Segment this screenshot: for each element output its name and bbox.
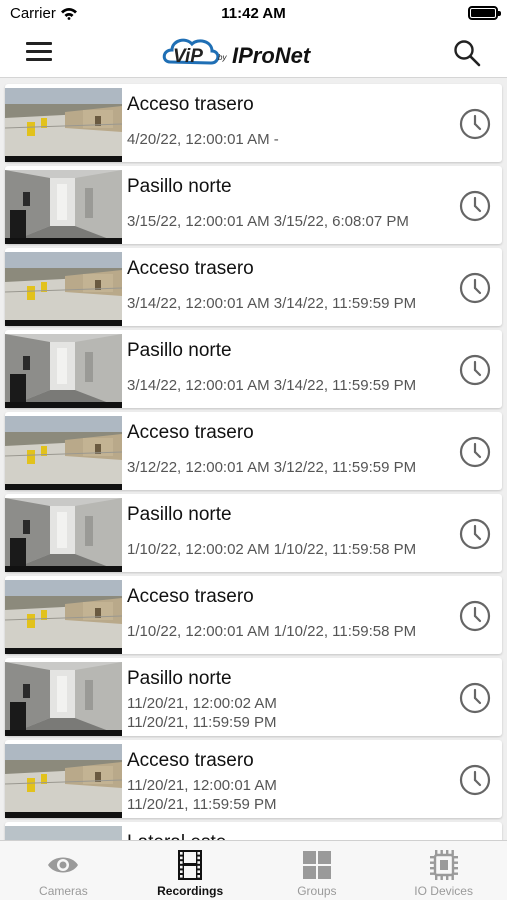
film-icon	[173, 849, 207, 881]
recording-title: Lateral este	[127, 832, 226, 840]
svg-text:IProNet: IProNet	[232, 43, 312, 68]
tab-cameras[interactable]: Cameras	[0, 841, 127, 900]
recording-timerange: 3/14/22, 12:00:01 AM 3/14/22, 11:59:59 P…	[127, 377, 417, 394]
recordings-list[interactable]: Acceso trasero 4/20/22, 12:00:01 AM - Pasi…	[0, 80, 507, 840]
recording-timerange: 3/14/22, 12:00:01 AM 3/14/22, 11:59:59 P…	[127, 295, 417, 312]
recording-end: 11/20/21, 11:59:59 PM	[127, 714, 277, 731]
recording-timerange: 1/10/22, 12:00:01 AM 1/10/22, 11:59:58 P…	[127, 623, 417, 640]
camera-thumbnail	[5, 88, 122, 162]
camera-thumbnail	[5, 498, 122, 572]
recording-title: Pasillo norte	[127, 668, 232, 689]
recording-title: Acceso trasero	[127, 94, 254, 115]
recording-row[interactable]: Acceso trasero 11/20/21, 12:00:01 AM 11/20…	[5, 740, 502, 818]
recording-start: 11/20/21, 12:00:01 AM	[127, 777, 277, 794]
search-icon[interactable]	[453, 39, 481, 67]
battery-icon	[468, 6, 501, 20]
grid-icon	[300, 849, 334, 881]
tab-io-devices[interactable]: IO Devices	[380, 841, 507, 900]
recording-row[interactable]: Acceso trasero 3/12/22, 12:00:01 AM 3/12/…	[5, 412, 502, 490]
menu-button[interactable]	[26, 42, 52, 64]
recording-row[interactable]: Acceso trasero 1/10/22, 12:00:01 AM 1/10/…	[5, 576, 502, 654]
camera-thumbnail	[5, 744, 122, 818]
camera-thumbnail	[5, 580, 122, 654]
nav-bar: ViP by IProNet	[0, 28, 507, 78]
recording-row[interactable]: Pasillo norte 3/15/22, 12:00:01 AM 3/15/2…	[5, 166, 502, 244]
clock-icon[interactable]	[459, 354, 491, 386]
camera-thumbnail	[5, 252, 122, 326]
tab-groups[interactable]: Groups	[254, 841, 381, 900]
tab-label: Cameras	[39, 884, 88, 898]
tab-label: IO Devices	[414, 884, 473, 898]
camera-thumbnail	[5, 826, 122, 840]
clock-icon[interactable]	[459, 600, 491, 632]
tab-label: Groups	[297, 884, 337, 898]
vip-ipronet-logo: ViP by IProNet	[162, 38, 312, 68]
recording-timerange: 3/15/22, 12:00:01 AM 3/15/22, 6:08:07 PM	[127, 213, 409, 230]
svg-text:ViP: ViP	[173, 46, 203, 67]
clock-icon[interactable]	[459, 682, 491, 714]
clock-icon[interactable]	[459, 764, 491, 796]
recording-row[interactable]: Acceso trasero 3/14/22, 12:00:01 AM 3/14/…	[5, 248, 502, 326]
camera-thumbnail	[5, 170, 122, 244]
clock-icon[interactable]	[459, 272, 491, 304]
svg-text:by: by	[218, 53, 227, 62]
recording-timerange: 4/20/22, 12:00:01 AM -	[127, 131, 279, 148]
eye-icon	[46, 849, 80, 881]
recording-title: Pasillo norte	[127, 176, 232, 197]
status-bar: Carrier 11:42 AM	[0, 0, 507, 28]
recording-timerange: 1/10/22, 12:00:02 AM 1/10/22, 11:59:58 P…	[127, 541, 417, 558]
recording-title: Acceso trasero	[127, 586, 254, 607]
recording-title: Acceso trasero	[127, 422, 254, 443]
recording-row[interactable]: Pasillo norte 11/20/21, 12:00:02 AM 11/20/…	[5, 658, 502, 736]
recording-title: Acceso trasero	[127, 258, 254, 279]
clock-icon[interactable]	[459, 108, 491, 140]
recording-row[interactable]: Acceso trasero 4/20/22, 12:00:01 AM -	[5, 84, 502, 162]
clock-icon[interactable]	[459, 436, 491, 468]
tab-bar: Cameras Recordings Groups IO Devices	[0, 840, 507, 900]
clock-icon[interactable]	[459, 518, 491, 550]
recording-row[interactable]: Pasillo norte 1/10/22, 12:00:02 AM 1/10/2…	[5, 494, 502, 572]
camera-thumbnail	[5, 662, 122, 736]
camera-thumbnail	[5, 416, 122, 490]
recording-row[interactable]: Lateral este	[5, 822, 502, 840]
camera-thumbnail	[5, 334, 122, 408]
tab-label: Recordings	[157, 884, 224, 898]
recording-title: Pasillo norte	[127, 340, 232, 361]
recording-title: Pasillo norte	[127, 504, 232, 525]
chip-icon	[427, 849, 461, 881]
recording-start: 11/20/21, 12:00:02 AM	[127, 695, 277, 712]
clock-icon[interactable]	[459, 190, 491, 222]
recording-row[interactable]: Pasillo norte 3/14/22, 12:00:01 AM 3/14/2…	[5, 330, 502, 408]
recording-timerange: 3/12/22, 12:00:01 AM 3/12/22, 11:59:59 P…	[127, 459, 417, 476]
recording-end: 11/20/21, 11:59:59 PM	[127, 796, 277, 813]
tab-recordings[interactable]: Recordings	[127, 841, 254, 900]
clock-time: 11:42 AM	[221, 5, 286, 22]
recording-title: Acceso trasero	[127, 750, 254, 771]
